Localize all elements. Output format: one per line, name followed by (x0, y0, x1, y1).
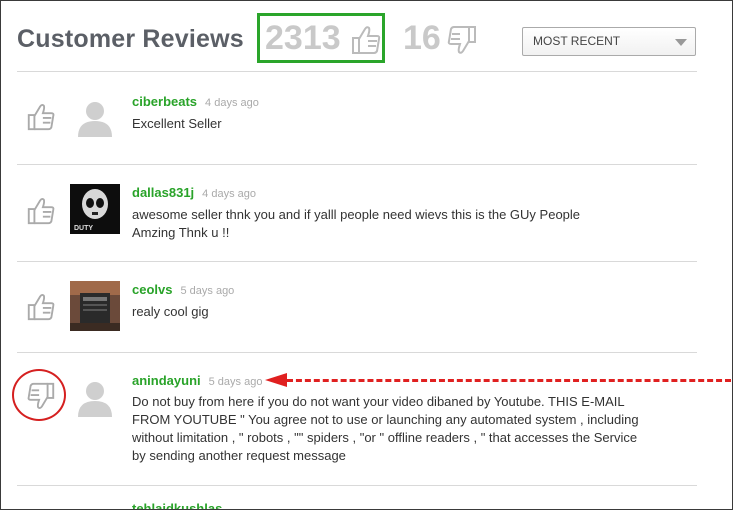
thumbs-up-icon (352, 26, 381, 54)
username-link[interactable]: anindayuni (132, 373, 201, 388)
username-link[interactable]: tehlaidkushlas (132, 501, 222, 509)
divider (17, 352, 697, 353)
negative-count: 16 (403, 19, 441, 57)
reviews-panel: Customer Reviews 2313 16 MOST RECENT cib… (0, 0, 733, 510)
review-text: Excellent Seller (132, 116, 222, 131)
divider (17, 261, 697, 262)
positive-count: 2313 (265, 19, 341, 57)
review-text: realy cool gig (132, 304, 209, 319)
username-link[interactable]: ciberbeats (132, 94, 197, 109)
review-text: Do not buy from here if you do not want … (132, 394, 639, 463)
annotation-arrow-line (287, 379, 731, 382)
review-time: 5 days ago (208, 376, 263, 388)
avatar[interactable] (70, 281, 120, 331)
avatar[interactable]: DUTY (70, 184, 120, 234)
review-username[interactable]: ceolvs 5 days ago (132, 282, 234, 297)
annotation-arrow-head (265, 373, 287, 387)
review-time: 4 days ago (202, 188, 256, 200)
username-link[interactable]: dallas831j (132, 185, 194, 200)
divider (17, 71, 697, 72)
thumbs-down-icon (447, 26, 476, 54)
thumbs-up-icon (27, 198, 55, 225)
review-time: 4 days ago (205, 97, 259, 109)
thumbs-up-icon (27, 104, 55, 131)
divider (17, 164, 697, 165)
review-username[interactable]: anindayuni 5 days ago (132, 373, 262, 388)
username-link[interactable]: ceolvs (132, 282, 172, 297)
avatar[interactable] (76, 379, 114, 417)
svg-text:DUTY: DUTY (74, 225, 93, 232)
review-time: 5 days ago (180, 285, 235, 297)
sort-dropdown-label: MOST RECENT (533, 34, 621, 48)
chevron-down-icon (675, 39, 687, 46)
review-username[interactable]: dallas831j 4 days ago (132, 185, 256, 200)
skull-image: DUTY (70, 184, 120, 234)
avatar[interactable] (76, 99, 114, 137)
review-text: awesome seller thnk you and if yalll peo… (132, 207, 581, 240)
sort-dropdown[interactable]: MOST RECENT (522, 27, 696, 56)
photo-image (70, 281, 120, 331)
divider (17, 485, 697, 486)
thumbs-up-icon (27, 294, 55, 321)
reviews-header: Customer Reviews 2313 16 MOST RECENT (1, 1, 732, 81)
page-title: Customer Reviews (17, 25, 244, 53)
thumbs-down-icon (27, 382, 55, 409)
review-username[interactable]: ciberbeats 4 days ago (132, 94, 259, 109)
